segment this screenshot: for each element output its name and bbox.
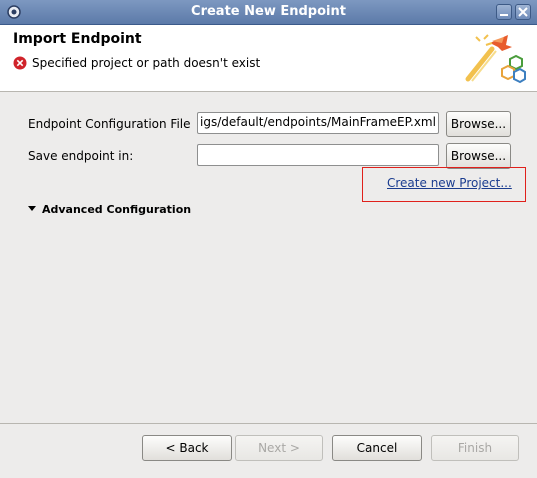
wizard-header: Import Endpoint Specified project or pat… [0, 25, 537, 91]
browse-save-button[interactable]: Browse... [446, 143, 511, 169]
error-message: Specified project or path doesn't exist [32, 56, 261, 70]
window-title: Create New Endpoint [191, 4, 346, 19]
finish-button[interactable]: Finish [431, 435, 519, 461]
back-button[interactable]: < Back [142, 435, 232, 461]
cancel-button[interactable]: Cancel [332, 435, 422, 461]
chevron-down-icon [28, 206, 36, 211]
close-icon [518, 7, 528, 17]
save-in-label: Save endpoint in: [28, 149, 134, 163]
advanced-configuration-toggle[interactable]: Advanced Configuration [28, 203, 191, 216]
close-button[interactable] [515, 4, 531, 20]
create-new-project-link[interactable]: Create new Project... [387, 176, 512, 190]
dialog-window: Create New Endpoint Import Endpoint Spec… [0, 0, 537, 478]
page-title: Import Endpoint [13, 31, 142, 47]
save-in-field[interactable] [197, 144, 439, 166]
header-separator [0, 91, 537, 92]
config-file-label: Endpoint Configuration File [28, 117, 191, 131]
minimize-icon [500, 14, 508, 16]
advanced-configuration-label: Advanced Configuration [42, 203, 192, 216]
minimize-button[interactable] [496, 4, 512, 20]
browse-config-button[interactable]: Browse... [446, 111, 511, 137]
next-button[interactable]: Next > [235, 435, 323, 461]
footer-separator [0, 423, 537, 424]
config-file-field[interactable]: igs/default/endpoints/MainFrameEP.xml [197, 112, 439, 134]
wizard-banner-icon [465, 34, 526, 84]
error-icon [13, 56, 27, 70]
title-bar[interactable]: Create New Endpoint [0, 0, 537, 25]
